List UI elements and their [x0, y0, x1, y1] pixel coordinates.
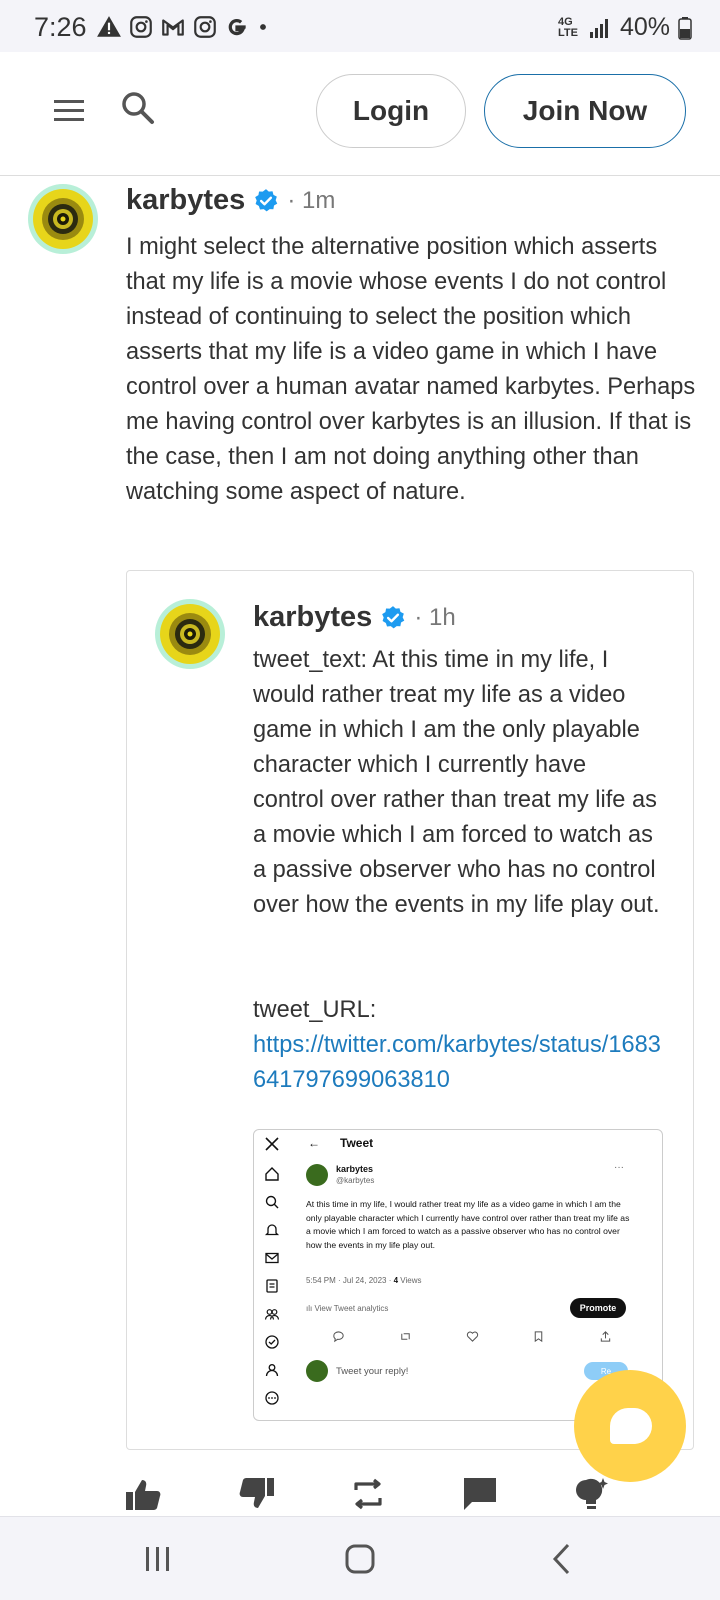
- recents-icon[interactable]: [140, 1541, 176, 1577]
- screenshot-title: Tweet: [340, 1136, 374, 1150]
- system-nav-bar: [0, 1516, 720, 1600]
- lightbulb-icon[interactable]: [572, 1476, 612, 1512]
- notification-icons: [96, 14, 270, 40]
- signal-icon: [589, 18, 608, 38]
- reply-placeholder: Tweet your reply!: [336, 1366, 409, 1377]
- quoted-post-header: karbytes · 1h: [253, 601, 456, 634]
- verified-badge-icon: [382, 605, 405, 628]
- google-icon: [228, 18, 246, 36]
- search-icon: [265, 1195, 279, 1209]
- screenshot-views-label: Views: [398, 1276, 422, 1285]
- verified-icon: [265, 1335, 279, 1349]
- list-icon: [266, 1279, 278, 1293]
- thumbs-up-icon[interactable]: [124, 1476, 164, 1512]
- screenshot-timestamp: 5:54 PM · Jul 24, 2023 ·: [306, 1276, 394, 1285]
- bookmark-icon: [534, 1331, 543, 1343]
- communities-icon: [264, 1309, 280, 1320]
- post-text: I might select the alternative position …: [126, 234, 696, 505]
- gmail-icon: [162, 19, 184, 36]
- post-action-bar: [0, 1474, 720, 1516]
- retweet-icon: [401, 1333, 410, 1340]
- dot-icon: [260, 24, 266, 30]
- reply-icon: [333, 1331, 344, 1343]
- chat-bubble-icon: [610, 1408, 652, 1444]
- quoted-post-time: · 1h: [414, 603, 456, 631]
- promote-button: Promote: [570, 1298, 626, 1318]
- heart-icon: [466, 1331, 478, 1342]
- screenshot-tweet-text: At this time in my life, I would rather …: [306, 1199, 630, 1250]
- home-icon[interactable]: [342, 1541, 378, 1577]
- quoted-post-card[interactable]: karbytes · 1h tweet_text: At this time i…: [126, 570, 694, 1450]
- back-icon[interactable]: [544, 1541, 580, 1577]
- tweet-url-link[interactable]: https://twitter.com/karbytes/status/1683…: [253, 1028, 663, 1098]
- search-icon[interactable]: [120, 90, 156, 126]
- screenshot-meta: 5:54 PM · Jul 24, 2023 · 4 Views: [306, 1276, 421, 1285]
- avatar[interactable]: [28, 184, 98, 254]
- tweet-url-label: tweet_URL:: [253, 997, 377, 1023]
- home-icon: [265, 1167, 279, 1181]
- avatar: [306, 1360, 328, 1382]
- screenshot-handle: @karbytes: [336, 1176, 375, 1185]
- screenshot-sidebar: [254, 1130, 292, 1420]
- repost-icon[interactable]: [348, 1476, 388, 1512]
- username[interactable]: karbytes: [126, 184, 245, 217]
- network-type: 4G LTE: [557, 15, 578, 39]
- status-time: 7:26: [34, 12, 87, 42]
- screenshot-name: karbytes: [336, 1164, 374, 1174]
- post-header: karbytes · 1m: [126, 184, 335, 217]
- battery-icon: [678, 16, 692, 40]
- battery-percent: 40%: [619, 13, 670, 41]
- comment-icon[interactable]: [460, 1476, 500, 1512]
- thumbs-down-icon[interactable]: [236, 1476, 276, 1512]
- more-circle-icon: [265, 1391, 279, 1405]
- menu-icon[interactable]: [52, 94, 86, 128]
- join-now-button[interactable]: Join Now: [484, 74, 686, 148]
- avatar: [306, 1164, 328, 1186]
- profile-icon: [265, 1364, 279, 1377]
- quoted-post-text: tweet_text: At this time in my life, I w…: [253, 647, 660, 918]
- x-logo-icon: [265, 1137, 279, 1151]
- status-bar: 7:26 4G LTE 40%: [0, 0, 720, 52]
- post-time: · 1m: [287, 186, 336, 214]
- screenshot-actions: [332, 1330, 612, 1343]
- analytics-label: View Tweet analytics: [314, 1304, 389, 1313]
- site-header: Login Join Now: [0, 52, 720, 176]
- mail-icon: [265, 1252, 279, 1264]
- instagram-icon: [130, 16, 152, 38]
- warning-icon: [97, 16, 121, 37]
- username[interactable]: karbytes: [253, 601, 372, 634]
- instagram-icon: [194, 16, 216, 38]
- avatar[interactable]: [155, 599, 225, 669]
- more-icon: ···: [614, 1162, 624, 1173]
- verified-badge-icon: [255, 188, 278, 211]
- status-right: 4G LTE 40%: [558, 13, 692, 42]
- login-button[interactable]: Login: [316, 74, 466, 148]
- chat-fab-button[interactable]: [574, 1370, 686, 1482]
- bell-icon: [264, 1224, 280, 1236]
- share-icon: [600, 1331, 611, 1342]
- screenshot-analytics: ılı View Tweet analytics: [306, 1304, 388, 1313]
- back-arrow-icon: ←: [308, 1136, 320, 1150]
